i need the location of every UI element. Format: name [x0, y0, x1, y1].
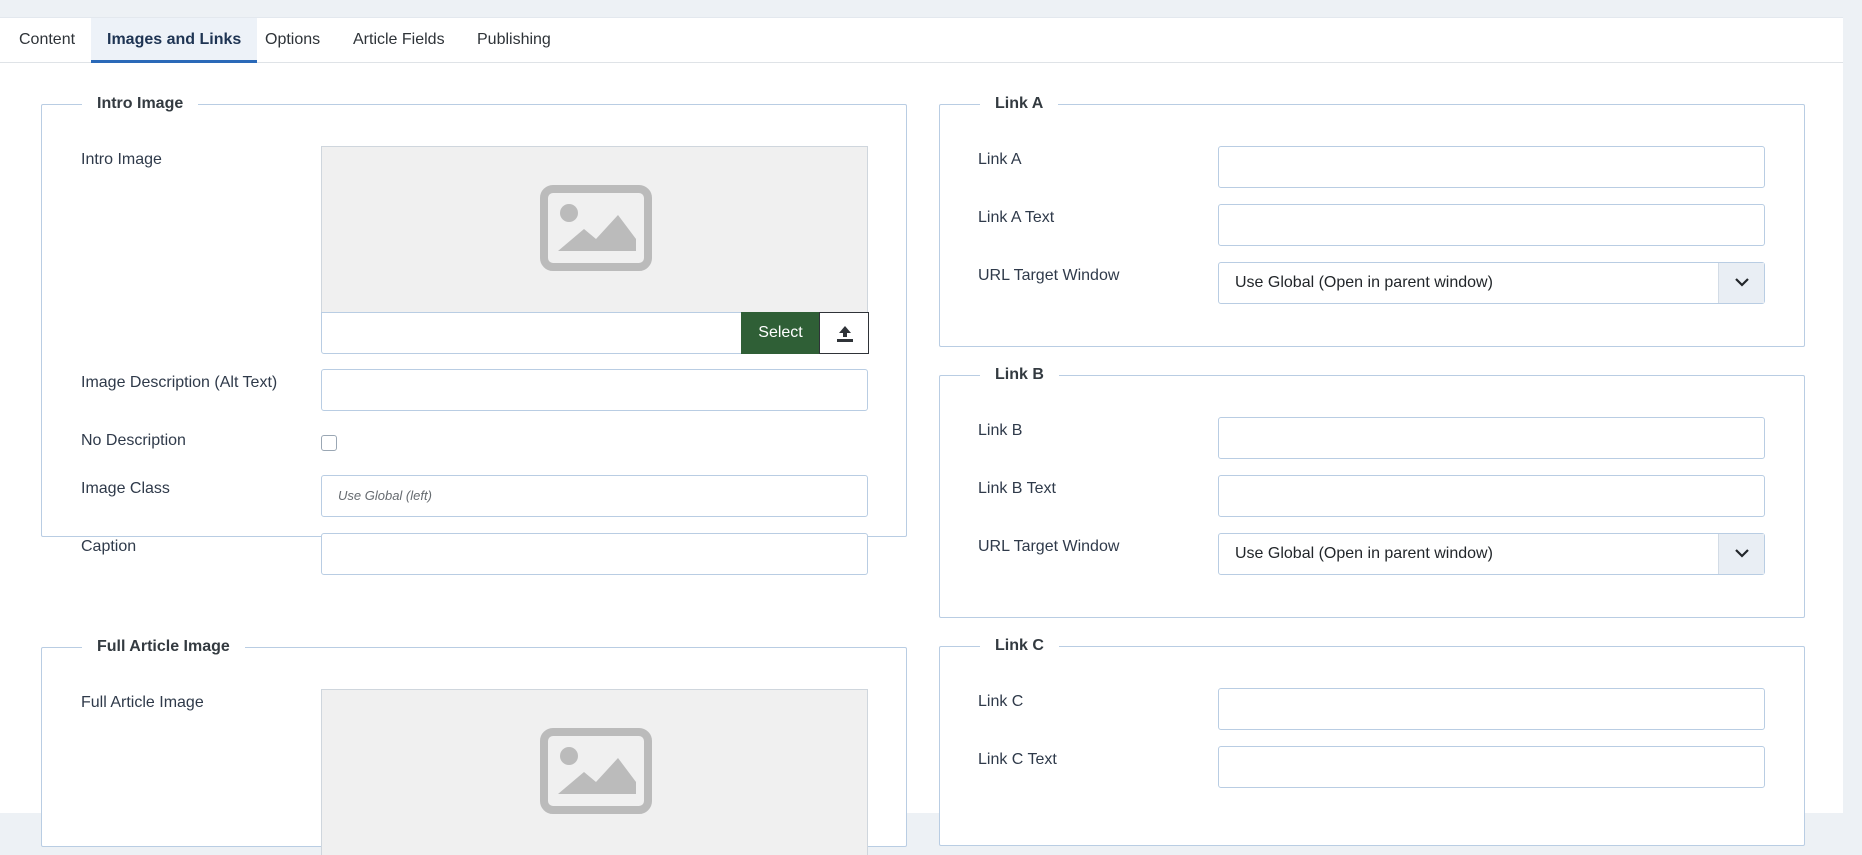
link-a-target-select[interactable]: Use Global (Open in parent window) [1218, 262, 1765, 304]
no-description-label: No Description [81, 432, 186, 449]
no-description-checkbox[interactable] [321, 435, 337, 451]
link-b-legend: Link B [980, 364, 1059, 386]
tab-images-and-links[interactable]: Images and Links [91, 18, 258, 63]
upload-icon [837, 326, 853, 342]
tab-content[interactable]: Content [3, 18, 91, 63]
link-c-text-input[interactable] [1218, 746, 1765, 788]
link-c-input[interactable] [1218, 688, 1765, 730]
intro-image-path-field[interactable]: Select [321, 312, 869, 354]
image-placeholder-icon [540, 728, 652, 814]
intro-image-select-button[interactable]: Select [741, 312, 820, 354]
link-b-label: Link B [978, 422, 1023, 439]
link-c-label: Link C [978, 693, 1024, 710]
alt-text-input[interactable] [321, 369, 868, 411]
full-article-image-legend: Full Article Image [82, 636, 245, 658]
tab-publishing[interactable]: Publishing [461, 18, 567, 63]
link-b-fieldset: Link B Link B Link B Text URL Target Win… [939, 364, 1805, 618]
image-class-input[interactable]: Use Global (left) [321, 475, 868, 517]
tab-bar: Content Images and Links Options Article… [0, 18, 1843, 63]
link-c-legend: Link C [980, 635, 1059, 657]
full-article-image-label: Full Article Image [81, 694, 204, 711]
link-a-text-input[interactable] [1218, 204, 1765, 246]
image-placeholder-icon [540, 185, 652, 271]
link-a-fieldset: Link A Link A Link A Text URL Target Win… [939, 93, 1805, 347]
link-b-target-select[interactable]: Use Global (Open in parent window) [1218, 533, 1765, 575]
full-article-image-preview [321, 689, 868, 855]
full-article-image-fieldset: Full Article Image Full Article Image [41, 636, 907, 855]
link-a-input[interactable] [1218, 146, 1765, 188]
link-b-input[interactable] [1218, 417, 1765, 459]
intro-image-upload-button[interactable] [819, 312, 869, 354]
link-b-target-label: URL Target Window [978, 538, 1120, 555]
tab-article-fields[interactable]: Article Fields [337, 18, 461, 63]
link-c-text-label: Link C Text [978, 751, 1057, 768]
link-a-legend: Link A [980, 93, 1059, 115]
link-a-target-label: URL Target Window [978, 267, 1120, 284]
link-a-label: Link A [978, 151, 1022, 168]
caption-label: Caption [81, 538, 137, 555]
intro-image-fieldset: Intro Image Intro Image Select Image Des… [41, 93, 907, 575]
image-class-placeholder: Use Global (left) [338, 488, 432, 503]
alt-text-label: Image Description (Alt Text) [81, 374, 278, 391]
link-b-text-input[interactable] [1218, 475, 1765, 517]
link-b-target-value: Use Global (Open in parent window) [1235, 545, 1493, 562]
link-c-fieldset: Link C Link C Link C Text [939, 635, 1805, 846]
chevron-down-icon [1735, 278, 1749, 287]
chevron-down-icon [1735, 549, 1749, 558]
link-b-text-label: Link B Text [978, 480, 1056, 497]
link-a-target-value: Use Global (Open in parent window) [1235, 274, 1493, 291]
intro-image-preview [321, 146, 868, 312]
intro-image-legend: Intro Image [82, 93, 199, 115]
intro-image-label: Intro Image [81, 151, 162, 168]
article-edit-panel: Content Images and Links Options Article… [0, 17, 1843, 855]
link-a-text-label: Link A Text [978, 209, 1055, 226]
image-class-label: Image Class [81, 480, 170, 497]
tab-options[interactable]: Options [249, 18, 336, 63]
caption-input[interactable] [321, 533, 868, 575]
